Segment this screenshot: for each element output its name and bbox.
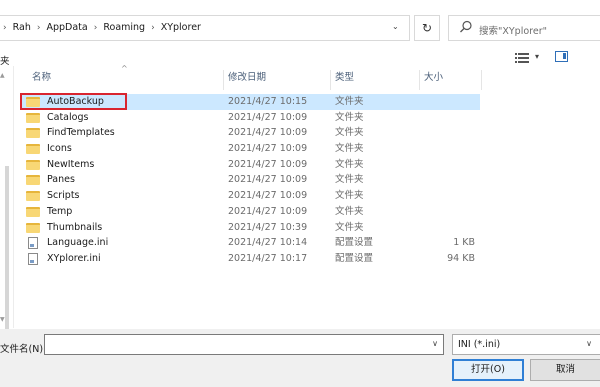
row-type: 文件夹 [335, 174, 364, 186]
row-type: 文件夹 [335, 127, 364, 139]
breadcrumb: › Rah › AppData › Roaming › XYplorer [0, 22, 204, 33]
preview-pane-icon[interactable] [555, 51, 568, 62]
highlight-annotation [20, 93, 127, 110]
row-name: Scripts [47, 190, 80, 202]
row-type: 文件夹 [335, 205, 364, 217]
chevron-down-icon[interactable]: ▼ [0, 316, 5, 323]
navigation-pane[interactable]: ▲ ▼ [0, 66, 14, 360]
folder-row[interactable]: Catalogs 2021/4/27 10:09 文件夹 [20, 110, 480, 126]
row-name: Thumbnails [47, 221, 103, 233]
row-type: 配置设置 [335, 237, 374, 249]
folder-row[interactable]: Scripts 2021/4/27 10:09 文件夹 [20, 188, 480, 204]
row-type: 文件夹 [335, 158, 364, 170]
row-name: FindTemplates [47, 127, 115, 139]
chevron-down-icon[interactable]: ∨ [432, 339, 438, 348]
row-name: Icons [47, 143, 72, 155]
folder-row[interactable]: Temp 2021/4/27 10:09 文件夹 [20, 204, 480, 220]
column-header-size-label: 大小 [424, 72, 444, 83]
file-row[interactable]: Language.ini 2021/4/27 10:14 配置设置 1 KB [20, 235, 480, 251]
row-type: 文件夹 [335, 111, 364, 123]
refresh-button[interactable]: ↻ [414, 15, 440, 41]
row-date: 2021/4/27 10:09 [228, 190, 308, 202]
row-name: Temp [47, 205, 73, 217]
folder-icon [26, 159, 40, 170]
row-name: XYplorer.ini [47, 252, 101, 264]
chevron-down-icon: ∨ [586, 339, 592, 348]
folder-row[interactable]: FindTemplates 2021/4/27 10:09 文件夹 [20, 125, 480, 141]
breadcrumb-item-rah[interactable]: Rah [10, 22, 34, 33]
column-header-name-label: 名称 [32, 72, 52, 83]
filename-input[interactable]: ∨ [44, 334, 444, 355]
breadcrumb-separator: › [93, 22, 98, 33]
cancel-button[interactable]: 取消 [530, 359, 600, 381]
filetype-value: INI (*.ini) [458, 339, 501, 350]
row-type: 文件夹 [335, 190, 364, 202]
row-name: Language.ini [47, 237, 109, 249]
row-date: 2021/4/27 10:09 [228, 205, 308, 217]
ini-file-icon [28, 237, 38, 250]
breadcrumb-item-xyplorer[interactable]: XYplorer [158, 22, 204, 33]
column-header-type[interactable]: 类型 [331, 70, 420, 90]
breadcrumb-separator: › [151, 22, 155, 33]
column-header-date-label: 修改日期 [228, 72, 267, 83]
row-name: Panes [47, 174, 75, 186]
row-size: 94 KB [447, 252, 475, 264]
row-type: 文件夹 [335, 96, 364, 107]
row-date: 2021/4/27 10:09 [228, 143, 308, 155]
row-date: 2021/4/27 10:17 [228, 252, 308, 264]
file-list[interactable]: AutoBackup 2021/4/27 10:15 文件夹 Catalogs 2021… [20, 94, 480, 267]
open-button[interactable]: 打开(O) [452, 359, 524, 381]
folder-row[interactable]: Panes 2021/4/27 10:09 文件夹 [20, 172, 480, 188]
address-history-dropdown[interactable]: ⌄ [392, 22, 399, 31]
column-header-type-label: 类型 [335, 72, 355, 83]
view-details-icon[interactable] [515, 52, 529, 64]
folder-row[interactable]: Icons 2021/4/27 10:09 文件夹 [20, 141, 480, 157]
row-name: NewItems [47, 158, 95, 170]
view-options-dropdown[interactable]: ▾ [535, 52, 539, 61]
filename-label: 文件名(N): [0, 344, 47, 355]
refresh-icon: ↻ [421, 21, 433, 35]
folder-row[interactable]: Thumbnails 2021/4/27 10:39 文件夹 [20, 220, 480, 236]
column-header-size[interactable]: 大小 [420, 70, 482, 90]
folder-icon [26, 112, 40, 123]
dialog-footer: 文件名(N): ∨ INI (*.ini) ∨ 打开(O) 取消 [0, 329, 600, 387]
folder-row[interactable]: NewItems 2021/4/27 10:09 文件夹 [20, 157, 480, 173]
folder-icon [26, 144, 40, 155]
filetype-select[interactable]: INI (*.ini) ∨ [452, 334, 600, 355]
folder-icon [26, 128, 40, 139]
row-date: 2021/4/27 10:14 [228, 237, 308, 249]
breadcrumb-item-appdata[interactable]: AppData [43, 22, 90, 33]
breadcrumb-separator: › [36, 22, 41, 33]
address-bar[interactable]: › Rah › AppData › Roaming › XYplorer ⌄ [0, 15, 410, 41]
row-date: 2021/4/27 10:09 [228, 111, 308, 123]
ini-file-icon [28, 252, 38, 265]
folder-icon [26, 175, 40, 186]
folder-icon [26, 222, 40, 233]
row-size: 1 KB [453, 237, 475, 249]
row-date: 2021/4/27 10:39 [228, 221, 308, 233]
chevron-up-icon[interactable]: ▲ [0, 72, 5, 79]
search-placeholder: 搜索"XYplorer" [479, 26, 547, 37]
file-row[interactable]: XYplorer.ini 2021/4/27 10:17 配置设置 94 KB [20, 251, 480, 267]
row-date: 2021/4/27 10:09 [228, 127, 308, 139]
column-header-date[interactable]: 修改日期 [224, 70, 331, 90]
row-date: 2021/4/27 10:09 [228, 158, 308, 170]
column-header-name[interactable]: 名称 [28, 70, 224, 90]
breadcrumb-item-roaming[interactable]: Roaming [100, 22, 148, 33]
folder-icon [26, 206, 40, 217]
row-name: Catalogs [47, 111, 89, 123]
folder-icon [26, 191, 40, 202]
row-type: 文件夹 [335, 221, 364, 233]
row-date: 2021/4/27 10:09 [228, 174, 308, 186]
row-type: 文件夹 [335, 143, 364, 155]
search-box[interactable]: 搜索"XYplorer" [448, 15, 600, 41]
organize-menu-fragment[interactable]: 夹 [0, 53, 10, 67]
breadcrumb-separator: › [3, 22, 7, 33]
row-date: 2021/4/27 10:15 [228, 96, 308, 107]
search-icon [460, 20, 472, 33]
row-type: 配置设置 [335, 252, 374, 264]
